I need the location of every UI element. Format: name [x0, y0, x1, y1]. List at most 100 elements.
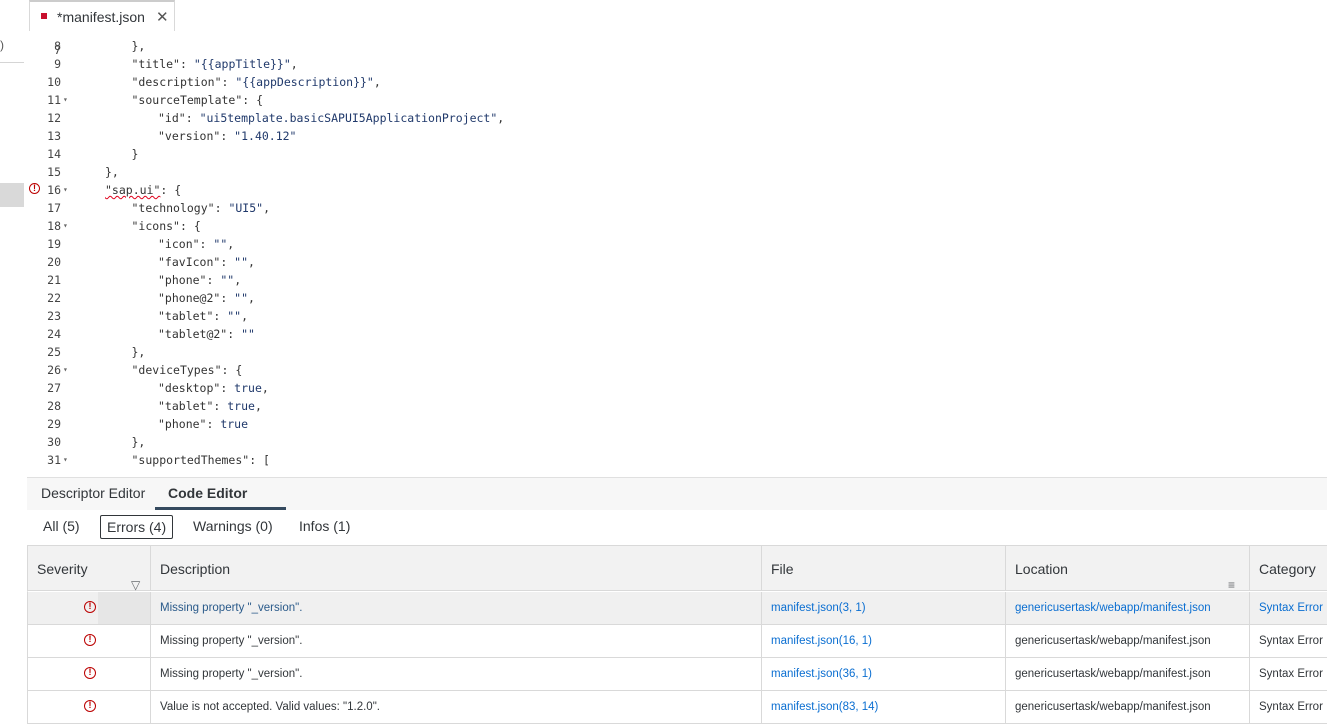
tab-descriptor-editor[interactable]: Descriptor Editor	[41, 485, 145, 501]
filter-all[interactable]: All (5)	[37, 515, 86, 539]
cell-file[interactable]: manifest.json(3, 1)	[762, 592, 1006, 624]
code-token: :	[206, 417, 221, 431]
table-row[interactable]: ! Value is not accepted. Valid values: "1…	[27, 691, 1327, 724]
code-line[interactable]: 23 "tablet": "",	[27, 307, 1327, 325]
panel-selected-item[interactable]	[0, 183, 24, 207]
code-line[interactable]: 18 ▾ "icons": {	[27, 217, 1327, 235]
fold-toggle-icon[interactable]: ▾	[63, 181, 73, 199]
cell-severity: !	[27, 691, 151, 723]
code-token: "tablet"	[158, 399, 214, 413]
code-token: :	[220, 381, 235, 395]
fold-toggle-icon[interactable]: ▾	[63, 217, 73, 235]
code-token: "description"	[131, 75, 222, 89]
cell-location: genericusertask/webapp/manifest.json	[1006, 625, 1250, 657]
code-token: ""	[213, 237, 228, 251]
code-line[interactable]: 28 "tablet": true,	[27, 397, 1327, 415]
table-row[interactable]: ! Missing property "_version". manifest.js…	[27, 658, 1327, 691]
code-token: "version"	[158, 129, 221, 143]
code-line[interactable]: ! 16 ▾ "sap.ui": {	[27, 181, 1327, 199]
code-line[interactable]: 9 "title": "{{appTitle}}",	[27, 55, 1327, 73]
column-header-severity[interactable]: Severity ▽	[27, 545, 151, 592]
cell-file[interactable]: manifest.json(83, 14)	[762, 691, 1006, 723]
code-token: :	[179, 57, 194, 71]
code-line[interactable]: 26 ▾ "deviceTypes": {	[27, 361, 1327, 379]
code-token: ,	[290, 57, 298, 71]
line-number: 8	[54, 39, 61, 53]
line-number: 22	[47, 291, 61, 305]
code-token: :	[199, 237, 214, 251]
code-line[interactable]: 8},	[27, 37, 1327, 55]
table-row[interactable]: ! Missing property "_version". manifest.js…	[27, 625, 1327, 658]
tab-code-editor[interactable]: Code Editor	[168, 485, 247, 501]
column-header-location[interactable]: Location ≡	[1006, 545, 1250, 592]
code-text: "description": "{{appDescription}}",	[132, 73, 381, 91]
line-number: 15	[47, 165, 61, 179]
filter-infos[interactable]: Infos (1)	[293, 515, 356, 539]
code-token: :	[220, 129, 235, 143]
code-line[interactable]: 22 "phone@2": "",	[27, 289, 1327, 307]
cell-file[interactable]: manifest.json(16, 1)	[762, 625, 1006, 657]
code-token: "phone"	[158, 417, 207, 431]
fold-toggle-icon[interactable]: ▾	[63, 451, 73, 469]
filter-errors[interactable]: Errors (4)	[100, 515, 174, 539]
code-token: "icon"	[158, 237, 200, 251]
code-text: "phone@2": "",	[158, 289, 255, 307]
code-text: "icon": "",	[158, 235, 234, 253]
column-header-file[interactable]: File	[762, 545, 1006, 591]
code-editor[interactable]: 7 8}, 9 "title": "{{appTitle}}", 10 "descrip…	[27, 31, 1327, 477]
code-line[interactable]: 30},	[27, 433, 1327, 451]
code-line[interactable]: 14}	[27, 145, 1327, 163]
code-line[interactable]: 12 "id": "ui5template.basicSAPUI5Applicat…	[27, 109, 1327, 127]
tab-manifest-json[interactable]: *manifest.json ✕	[29, 0, 175, 31]
code-line[interactable]: 10 "description": "{{appDescription}}",	[27, 73, 1327, 91]
fold-toggle-icon[interactable]: ▾	[63, 361, 73, 379]
code-line[interactable]: 21 "phone": "",	[27, 271, 1327, 289]
cell-category: Syntax Error	[1259, 668, 1323, 680]
close-icon[interactable]: ✕	[156, 8, 169, 26]
column-header-description[interactable]: Description	[151, 545, 762, 591]
code-text: },	[132, 37, 146, 55]
panel-edge-glyph: )	[0, 38, 4, 52]
code-token: "favIcon"	[158, 255, 221, 269]
code-token: "tablet@2"	[158, 327, 228, 341]
code-line[interactable]: 19 "icon": "",	[27, 235, 1327, 253]
line-number: 30	[47, 435, 61, 449]
code-line[interactable]: 13 "version": "1.40.12"	[27, 127, 1327, 145]
code-token: ,	[263, 201, 271, 215]
code-line[interactable]: 11 ▾ "sourceTemplate": {	[27, 91, 1327, 109]
code-token: "{{appDescription}}"	[235, 75, 374, 89]
column-header-category[interactable]: Category	[1250, 545, 1327, 591]
line-number: 10	[47, 75, 61, 89]
code-text: "title": "{{appTitle}}",	[132, 55, 298, 73]
code-token: "1.40.12"	[234, 129, 297, 143]
line-number: 14	[47, 147, 61, 161]
code-token: }	[131, 147, 139, 161]
code-line[interactable]: 31 ▾ "supportedThemes": [	[27, 451, 1327, 469]
filter-warnings[interactable]: Warnings (0)	[187, 515, 279, 539]
code-line[interactable]: 20 "favIcon": "",	[27, 253, 1327, 271]
code-line[interactable]: 17 "technology": "UI5",	[27, 199, 1327, 217]
code-line[interactable]: 15},	[27, 163, 1327, 181]
line-number: 26	[47, 363, 61, 377]
cell-file[interactable]: manifest.json(36, 1)	[762, 658, 1006, 690]
code-token: ,	[497, 111, 505, 125]
fold-toggle-icon[interactable]: ▾	[63, 91, 73, 109]
code-text: "technology": "UI5",	[132, 199, 271, 217]
code-token: : {	[242, 93, 264, 107]
left-side-panel: )	[0, 0, 28, 719]
code-token: : {	[160, 183, 182, 197]
code-token: "id"	[158, 111, 186, 125]
code-token: "ui5template.basicSAPUI5ApplicationProje…	[199, 111, 498, 125]
code-line[interactable]: 27 "desktop": true,	[27, 379, 1327, 397]
code-token: : {	[221, 363, 243, 377]
code-line[interactable]: 25},	[27, 343, 1327, 361]
code-text: "tablet": "",	[158, 307, 248, 325]
code-token: "technology"	[131, 201, 215, 215]
code-line[interactable]: 24 "tablet@2": ""	[27, 325, 1327, 343]
code-token: : [	[249, 453, 270, 467]
code-line[interactable]: 29 "phone": true	[27, 415, 1327, 433]
code-text: "id": "ui5template.basicSAPUI5Applicatio…	[158, 109, 504, 127]
code-token: "phone@2"	[158, 291, 221, 305]
table-row[interactable]: ! Missing property "_version". manifest.js…	[27, 592, 1327, 625]
code-token: ""	[227, 309, 242, 323]
